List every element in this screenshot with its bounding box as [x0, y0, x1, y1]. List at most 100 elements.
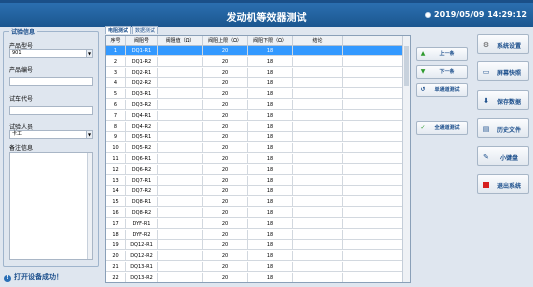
table-row[interactable]: 22 DQ13-R2 20 18: [106, 272, 403, 282]
history-icon: ▤: [482, 125, 490, 133]
header-col-resistor-id[interactable]: 阀阻号: [126, 36, 158, 46]
header-col-index[interactable]: 序号: [106, 36, 126, 46]
header-col-lower-limit[interactable]: 阀阻下限（Ω）: [248, 36, 293, 46]
info-icon: !: [4, 275, 11, 282]
cell-col-lower-limit: 18: [248, 175, 293, 186]
save-data-button[interactable]: ⬇ 保存数据: [477, 90, 529, 110]
table-row[interactable]: 9 DQ5-R1 20 18: [106, 132, 403, 143]
table-row[interactable]: 10 DQ5-R2 20 18: [106, 143, 403, 154]
cell-col-resistor-id: DQ1-R1: [126, 46, 158, 56]
cell-col-resistor-id: DYF-R1: [126, 218, 158, 229]
cell-col-index: 17: [106, 218, 126, 229]
cell-col-conclusion: [293, 186, 343, 197]
table-row[interactable]: 8 DQ4-R2 20 18: [106, 121, 403, 132]
header-col-conclusion[interactable]: 结论: [293, 36, 343, 46]
prev-button-label: 上一条: [439, 51, 455, 57]
cell-col-conclusion: [293, 240, 343, 251]
cell-col-upper-limit: 20: [203, 132, 248, 143]
tester-select[interactable]: 卡工 ▼: [9, 130, 93, 139]
product-model-select[interactable]: 901 ▼: [9, 49, 93, 58]
cell-col-lower-limit: 18: [248, 89, 293, 100]
cell-col-upper-limit: 20: [203, 100, 248, 110]
cell-col-index: 21: [106, 262, 126, 272]
table-row[interactable]: 2 DQ1-R2 20 18: [106, 56, 403, 67]
cell-col-index: 16: [106, 208, 126, 218]
table-row[interactable]: 21 DQ13-R1 20 18: [106, 262, 403, 272]
cell-col-conclusion: [293, 67, 343, 78]
product-number-field[interactable]: [9, 77, 93, 86]
gear-icon: ⚙: [482, 41, 490, 49]
cell-col-resistance: [158, 143, 203, 154]
cell-col-conclusion: [293, 218, 343, 229]
cell-col-conclusion: [293, 175, 343, 186]
status-text: 打开设备成功！: [14, 273, 63, 281]
system-settings-button[interactable]: ⚙ 系统设置: [477, 34, 529, 54]
cell-col-conclusion: [293, 56, 343, 67]
cell-col-lower-limit: 18: [248, 110, 293, 121]
header-col-resistance[interactable]: 阀阻值（Ω）: [158, 36, 203, 46]
table-row[interactable]: 15 DQ8-R1 20 18: [106, 197, 403, 208]
cell-col-upper-limit: 20: [203, 197, 248, 208]
cell-col-lower-limit: 18: [248, 46, 293, 56]
cell-col-index: 3: [106, 67, 126, 78]
chevron-down-icon[interactable]: ▼: [86, 50, 92, 57]
test-vehicle-field[interactable]: [9, 106, 93, 115]
header-col-upper-limit[interactable]: 阀阻上限（Ω）: [203, 36, 248, 46]
scrollbar-thumb[interactable]: [404, 46, 409, 86]
chevron-down-icon[interactable]: ▼: [86, 131, 92, 138]
table-row[interactable]: 6 DQ3-R2 20 18: [106, 100, 403, 110]
exit-system-button[interactable]: 退出系统: [477, 174, 529, 194]
next-button[interactable]: ▼ 下一条: [416, 65, 468, 79]
table-row[interactable]: 7 DQ4-R1 20 18: [106, 110, 403, 121]
table-row[interactable]: 19 DQ12-R1 20 18: [106, 240, 403, 251]
cell-col-index: 12: [106, 164, 126, 175]
cell-col-index: 15: [106, 197, 126, 208]
tab-resistance-test[interactable]: 电阻测试: [105, 26, 132, 34]
table-row[interactable]: 4 DQ2-R2 20 18: [106, 78, 403, 89]
prev-button[interactable]: ▲ 上一条: [416, 47, 468, 61]
cell-col-resistance: [158, 197, 203, 208]
table-row[interactable]: 1 DQ1-R1 20 18: [106, 46, 403, 56]
history-files-button[interactable]: ▤ 历史文件: [477, 118, 529, 138]
table-scrollbar[interactable]: [402, 36, 410, 282]
remarks-scrollbar[interactable]: [87, 153, 92, 259]
cell-col-upper-limit: 20: [203, 110, 248, 121]
screenshot-button[interactable]: ▭ 屏幕快照: [477, 61, 529, 81]
cell-col-lower-limit: 18: [248, 262, 293, 272]
table-row[interactable]: 13 DQ7-R1 20 18: [106, 175, 403, 186]
exit-icon: [483, 182, 489, 188]
tab-data-test[interactable]: 数据测试: [132, 26, 159, 34]
table-row[interactable]: 16 DQ8-R2 20 18: [106, 208, 403, 218]
cell-col-index: 4: [106, 78, 126, 89]
table-row[interactable]: 18 DYF-R2 20 18: [106, 229, 403, 240]
test-icon: ↺: [420, 86, 426, 93]
cell-col-resistance: [158, 78, 203, 89]
all-channel-test-button[interactable]: ✓ 全通道测试: [416, 121, 468, 135]
table-row[interactable]: 14 DQ7-R2 20 18: [106, 186, 403, 197]
single-channel-test-label: 单通道测试: [434, 87, 460, 93]
cell-col-lower-limit: 18: [248, 164, 293, 175]
cell-col-lower-limit: 18: [248, 67, 293, 78]
cell-col-lower-limit: 18: [248, 121, 293, 132]
cell-col-resistance: [158, 121, 203, 132]
cell-col-resistance: [158, 262, 203, 272]
clock-icon: [425, 11, 432, 18]
table-row[interactable]: 20 DQ12-R2 20 18: [106, 251, 403, 262]
cell-col-upper-limit: 20: [203, 143, 248, 154]
arrow-down-icon: ▼: [420, 68, 426, 75]
table-row[interactable]: 3 DQ2-R1 20 18: [106, 67, 403, 78]
single-channel-test-button[interactable]: ↺ 单通道测试: [416, 83, 468, 97]
table-row[interactable]: 17 DYF-R1 20 18: [106, 218, 403, 229]
cell-col-conclusion: [293, 78, 343, 89]
keyboard-button[interactable]: ✎ 小键盘: [477, 146, 529, 166]
cell-col-resistor-id: DQ8-R2: [126, 208, 158, 218]
cell-col-upper-limit: 20: [203, 67, 248, 78]
remarks-textarea[interactable]: [9, 152, 93, 260]
cell-col-resistor-id: DQ4-R1: [126, 110, 158, 121]
table-row[interactable]: 5 DQ3-R1 20 18: [106, 89, 403, 100]
cell-col-upper-limit: 20: [203, 121, 248, 132]
cell-col-lower-limit: 18: [248, 240, 293, 251]
table-row[interactable]: 12 DQ6-R2 20 18: [106, 164, 403, 175]
table-row[interactable]: 11 DQ6-R1 20 18: [106, 154, 403, 164]
cell-col-conclusion: [293, 100, 343, 110]
